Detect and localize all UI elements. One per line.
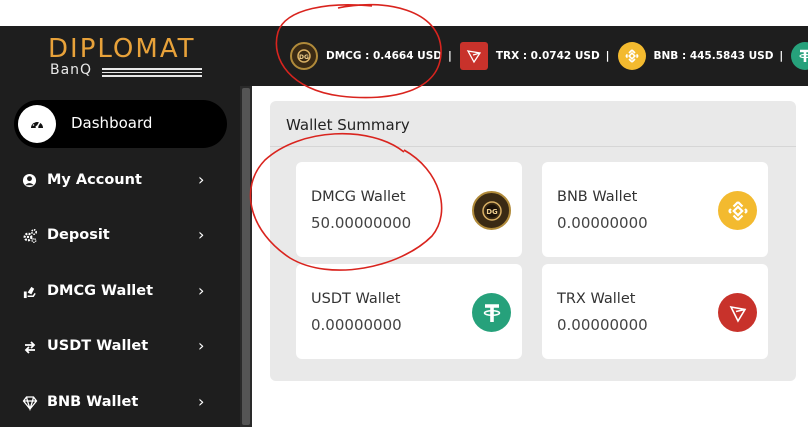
ticker-item-trx: TRX : 0.0742 USD |	[459, 42, 618, 70]
wallet-hand-icon	[22, 284, 38, 300]
wallet-card-dmcg[interactable]: DMCG Wallet 50.00000000 DG	[296, 162, 522, 257]
ticker-item-usdt: US	[791, 42, 808, 70]
usdt-coin-icon	[791, 42, 808, 70]
exchange-icon	[22, 339, 38, 355]
wallet-card-balance: 0.00000000	[557, 316, 648, 334]
chevron-right-icon: ›	[198, 281, 205, 300]
sidebar-item-deposit[interactable]: Deposit ›	[0, 216, 240, 256]
bnb-coin-icon	[617, 42, 646, 70]
dashboard-gauge-icon	[18, 105, 56, 143]
sidebar-item-label: DMCG Wallet	[47, 283, 154, 299]
wallet-card-name: TRX Wallet	[557, 291, 636, 307]
sidebar-scrollbar[interactable]	[240, 86, 252, 427]
ticker-text-trx: TRX : 0.0742 USD	[495, 50, 600, 62]
chevron-right-icon: ›	[198, 392, 205, 411]
wallet-card-balance: 50.00000000	[311, 214, 412, 232]
svg-text:DG: DG	[486, 208, 498, 216]
brand-sub: BanQ	[50, 62, 93, 78]
sidebar-item-dashboard[interactable]: Dashboard	[14, 100, 227, 148]
wallet-card-bnb[interactable]: BNB Wallet 0.00000000	[542, 162, 768, 257]
sidebar-item-my-account[interactable]: My Account ›	[0, 161, 240, 201]
header-bar: DIPLOMAT BanQ DG DMCG : 0.4664 USD | TRX…	[0, 26, 808, 86]
dmcg-coin-icon: DG	[472, 191, 511, 230]
ticker-item-dmcg: DG DMCG : 0.4664 USD |	[290, 42, 460, 70]
top-strip	[0, 0, 808, 26]
chevron-right-icon: ›	[198, 336, 205, 355]
bnb-coin-icon	[718, 191, 757, 230]
wallet-card-name: BNB Wallet	[557, 189, 638, 205]
brand-name: DIPLOMAT	[48, 34, 196, 64]
sidebar-item-label: BNB Wallet	[47, 394, 139, 410]
ticker-separator: |	[605, 50, 610, 62]
divider	[270, 146, 796, 147]
wallet-card-name: USDT Wallet	[311, 291, 401, 307]
user-circle-icon	[22, 173, 38, 189]
brand-logo[interactable]: DIPLOMAT BanQ	[48, 34, 208, 80]
ticker-separator: |	[779, 50, 784, 62]
sidebar-item-label: My Account	[47, 172, 142, 188]
chevron-right-icon: ›	[198, 225, 205, 244]
svg-text:DG: DG	[299, 54, 309, 61]
chevron-right-icon: ›	[198, 170, 205, 189]
sidebar-item-label: USDT Wallet	[47, 338, 149, 354]
wallet-card-trx[interactable]: TRX Wallet 0.00000000	[542, 264, 768, 359]
wallet-card-usdt[interactable]: USDT Wallet 0.00000000	[296, 264, 522, 359]
price-ticker: DG DMCG : 0.4664 USD | TRX : 0.0742 USD …	[290, 40, 808, 72]
usdt-coin-icon	[472, 293, 511, 332]
sidebar-item-label: Deposit	[47, 227, 110, 243]
brand-lines	[102, 68, 202, 78]
main-content: Wallet Summary DMCG Wallet 50.00000000 D…	[252, 86, 808, 427]
cogs-icon	[22, 228, 38, 244]
wallet-card-balance: 0.00000000	[311, 316, 402, 334]
trx-coin-icon	[459, 42, 488, 70]
sidebar-item-bnb-wallet[interactable]: BNB Wallet ›	[0, 383, 240, 423]
diamond-icon	[22, 395, 38, 412]
wallet-card-name: DMCG Wallet	[311, 189, 406, 205]
wallet-summary-panel: Wallet Summary DMCG Wallet 50.00000000 D…	[270, 101, 796, 381]
ticker-separator: |	[447, 50, 452, 62]
panel-title: Wallet Summary	[286, 116, 410, 134]
trx-coin-icon	[718, 293, 757, 332]
ticker-text-bnb: BNB : 445.5843 USD	[653, 50, 774, 62]
sidebar-item-usdt-wallet[interactable]: USDT Wallet ›	[0, 327, 240, 367]
sidebar-item-label: Dashboard	[71, 114, 153, 132]
ticker-text-dmcg: DMCG : 0.4664 USD	[326, 50, 442, 62]
sidebar-item-dmcg-wallet[interactable]: DMCG Wallet ›	[0, 272, 240, 312]
ticker-item-bnb: BNB : 445.5843 USD |	[617, 42, 792, 70]
dmcg-coin-icon: DG	[290, 42, 318, 70]
scrollbar-thumb[interactable]	[242, 88, 250, 425]
sidebar: Dashboard My Account › Deposit › DMCG Wa…	[0, 86, 240, 427]
wallet-card-balance: 0.00000000	[557, 214, 648, 232]
